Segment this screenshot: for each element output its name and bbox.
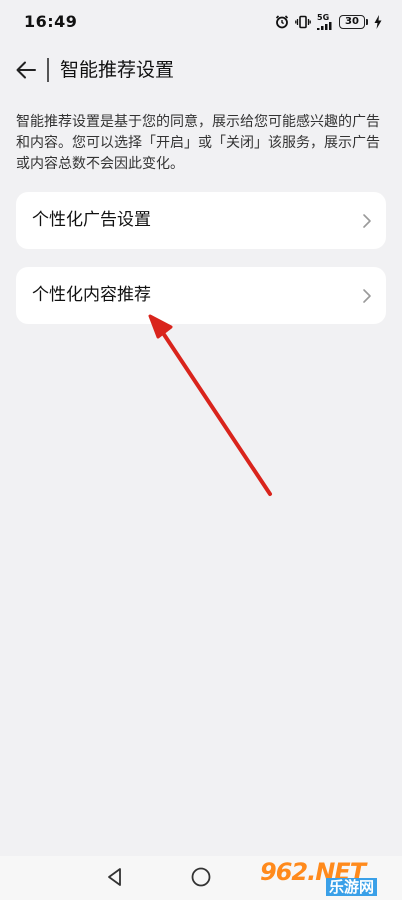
- page-title: 智能推荐设置: [60, 59, 175, 81]
- status-icons: 5G 30: [275, 12, 382, 32]
- network-indicator: 5G: [317, 14, 333, 30]
- charging-icon: [374, 15, 382, 29]
- alarm-icon: [275, 15, 289, 29]
- watermark-sub: 乐游网: [326, 878, 378, 896]
- circle-home-icon[interactable]: [190, 866, 212, 888]
- watermark-logo: 962.NET 乐游网: [256, 856, 396, 900]
- setting-label: 个性化广告设置: [32, 210, 151, 230]
- triangle-back-icon[interactable]: [104, 866, 126, 888]
- personalized-content-setting[interactable]: 个性化内容推荐: [16, 267, 386, 324]
- battery-icon: 30: [339, 15, 368, 29]
- status-time: 16:49: [24, 12, 78, 31]
- header: 智能推荐设置: [0, 44, 402, 96]
- arrow-left-icon: [16, 61, 36, 79]
- chevron-right-icon: [363, 214, 371, 228]
- status-bar: 16:49 5G 30: [0, 0, 402, 44]
- chevron-right-icon: [363, 289, 371, 303]
- network-type: 5G: [317, 13, 330, 22]
- signal-icon: [317, 22, 332, 30]
- back-button[interactable]: [12, 56, 40, 84]
- vibrate-icon: [295, 15, 311, 29]
- header-divider: [47, 58, 49, 82]
- personalized-ads-setting[interactable]: 个性化广告设置: [16, 192, 386, 249]
- setting-label: 个性化内容推荐: [32, 285, 151, 305]
- description-text: 智能推荐设置是基于您的同意，展示给您可能感兴趣的广告和内容。您可以选择「开启」或…: [16, 114, 380, 172]
